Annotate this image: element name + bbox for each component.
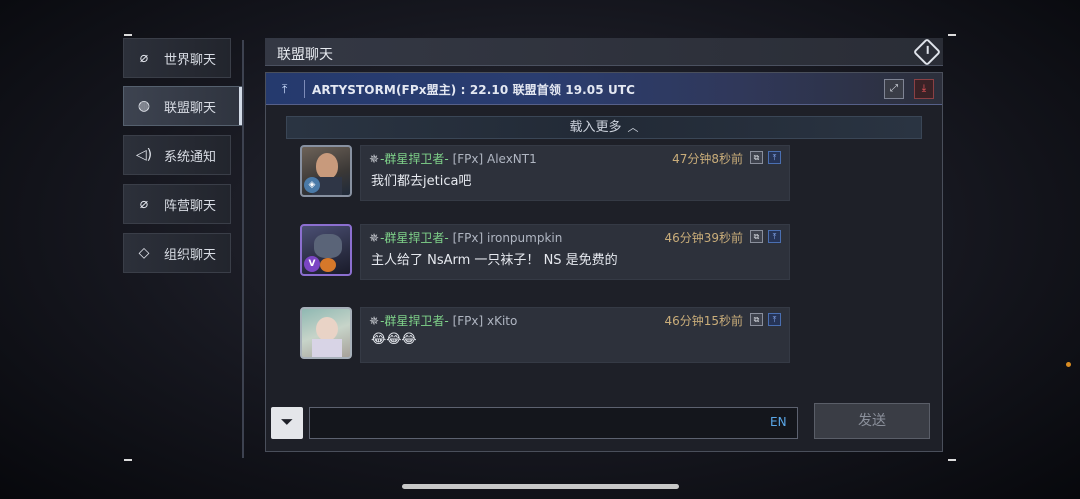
corner-mark: [124, 34, 132, 36]
chat-header: 联盟聊天: [265, 37, 943, 67]
rank-badge-icon: V: [304, 256, 320, 272]
sidebar-divider: [242, 40, 244, 458]
message-text: 😂😂😂: [371, 332, 417, 347]
message-time: 46分钟39秒前: [664, 231, 743, 245]
avatar-pumpkin: [320, 258, 336, 272]
sender-line: ✵-群星捍卫者- [FPx] ironpumpkin: [369, 229, 562, 246]
chat-message: V ✵-群星捍卫者- [FPx] ironpumpkin 46分钟39秒前 ⧉ …: [300, 224, 790, 282]
pinned-text: ARTYSTORM(FPx盟主) : 22.10 联盟首领 19.05 UTC: [312, 83, 636, 97]
sidebar-item-system-notice[interactable]: ◁) 系统通知: [123, 135, 231, 175]
avatar-face: [316, 153, 338, 179]
sidebar-item-label: 组织聊天: [164, 247, 217, 263]
sidebar-item-label: 联盟聊天: [164, 100, 217, 116]
expand-icon[interactable]: ⤢: [884, 79, 904, 99]
corner-mark: [948, 459, 956, 461]
divider: [304, 80, 305, 98]
home-indicator[interactable]: [402, 484, 679, 489]
copy-icon[interactable]: ⧉: [750, 151, 763, 164]
collapse-chevron-icon[interactable]: ⏷: [271, 407, 303, 439]
globe-ring-icon: ⌀: [139, 50, 149, 66]
message-bubble: ✵-群星捍卫者- [FPx] AlexNT1 47分钟8秒前 ⧉ ⤒ 我们都去j…: [360, 145, 790, 201]
diamond-link-icon: ◇: [138, 245, 150, 261]
sender-name[interactable]: [FPx] AlexNT1: [453, 152, 537, 166]
sidebar-item-label: 阵营聊天: [164, 198, 217, 214]
avatar[interactable]: [300, 307, 352, 359]
language-toggle[interactable]: EN: [770, 415, 787, 429]
corner-mark: [124, 459, 132, 461]
pin-top-icon[interactable]: ⤒: [768, 313, 781, 326]
globe-icon: ◍: [137, 98, 151, 114]
message-time: 47分钟8秒前: [672, 152, 743, 166]
message-bubble: ✵-群星捍卫者- [FPx] xKito 46分钟15秒前 ⧉ ⤒ 😂😂😂: [360, 307, 790, 363]
channel-sidebar: ⌀ 世界聊天 ◍ 联盟聊天 ◁) 系统通知 ⌀ 阵营聊天 ◇ 组织聊天: [123, 38, 243, 458]
pinned-announcement[interactable]: ⤒ ARTYSTORM(FPx盟主) : 22.10 联盟首领 19.05 UT…: [266, 73, 942, 105]
sidebar-item-alliance-chat[interactable]: ◍ 联盟聊天: [123, 86, 243, 126]
message-text: 主人给了 NsArm 一只袜子！ NS 是免费的: [371, 253, 618, 268]
load-more-button[interactable]: 载入更多 ︿: [286, 116, 922, 139]
guild-emblem-icon: ✵: [369, 231, 380, 245]
message-bubble: ✵-群星捍卫者- [FPx] ironpumpkin 46分钟39秒前 ⧉ ⤒ …: [360, 224, 790, 280]
sender-line: ✵-群星捍卫者- [FPx] xKito: [369, 312, 517, 329]
pin-top-icon: ⤒: [282, 82, 288, 96]
chat-message: ◈ ✵-群星捍卫者- [FPx] AlexNT1 47分钟8秒前 ⧉ ⤒ 我们都…: [300, 145, 790, 203]
guild-name: -群星捍卫者-: [380, 314, 449, 328]
guild-name: -群星捍卫者-: [380, 231, 449, 245]
guild-emblem-icon: ✵: [369, 314, 380, 328]
sidebar-item-world-chat[interactable]: ⌀ 世界聊天: [123, 38, 231, 78]
guild-name: -群星捍卫者-: [380, 152, 449, 166]
chat-panel: ⤒ ARTYSTORM(FPx盟主) : 22.10 联盟首领 19.05 UT…: [265, 72, 943, 452]
pin-top-icon[interactable]: ⤒: [768, 230, 781, 243]
page-title: 联盟聊天: [277, 47, 333, 63]
avatar-face: [314, 234, 342, 258]
chevron-up-icon: ︿: [627, 121, 639, 134]
avatar[interactable]: V: [300, 224, 352, 276]
sidebar-item-faction-chat[interactable]: ⌀ 阵营聊天: [123, 184, 231, 224]
guild-emblem-icon: ✵: [369, 152, 380, 166]
copy-icon[interactable]: ⧉: [750, 313, 763, 326]
sidebar-item-org-chat[interactable]: ◇ 组织聊天: [123, 233, 231, 273]
pin-top-icon[interactable]: ⤒: [768, 151, 781, 164]
sidebar-item-label: 系统通知: [164, 149, 217, 165]
avatar-face: [316, 317, 338, 341]
message-time: 46分钟15秒前: [664, 314, 743, 328]
power-icon[interactable]: [912, 37, 942, 67]
message-composer: ⏷ EN 发送: [266, 401, 942, 451]
sender-line: ✵-群星捍卫者- [FPx] AlexNT1: [369, 150, 537, 167]
planet-icon: ⌀: [139, 196, 149, 212]
speaker-icon: ◁): [135, 147, 153, 163]
chat-message: ✵-群星捍卫者- [FPx] xKito 46分钟15秒前 ⧉ ⤒ 😂😂😂: [300, 307, 790, 365]
rank-badge-icon: ◈: [304, 177, 320, 193]
notification-dot: [1066, 362, 1071, 367]
sidebar-item-label: 世界聊天: [164, 52, 217, 68]
load-more-label: 载入更多: [569, 120, 622, 135]
corner-mark: [948, 34, 956, 36]
send-button[interactable]: 发送: [814, 403, 930, 439]
download-icon[interactable]: ⤓: [914, 79, 934, 99]
sender-name[interactable]: [FPx] xKito: [453, 314, 518, 328]
message-text: 我们都去jetica吧: [371, 174, 472, 189]
avatar[interactable]: ◈: [300, 145, 352, 197]
copy-icon[interactable]: ⧉: [750, 230, 763, 243]
sender-name[interactable]: [FPx] ironpumpkin: [453, 231, 563, 245]
avatar-body: [312, 339, 342, 357]
message-input[interactable]: [309, 407, 798, 439]
